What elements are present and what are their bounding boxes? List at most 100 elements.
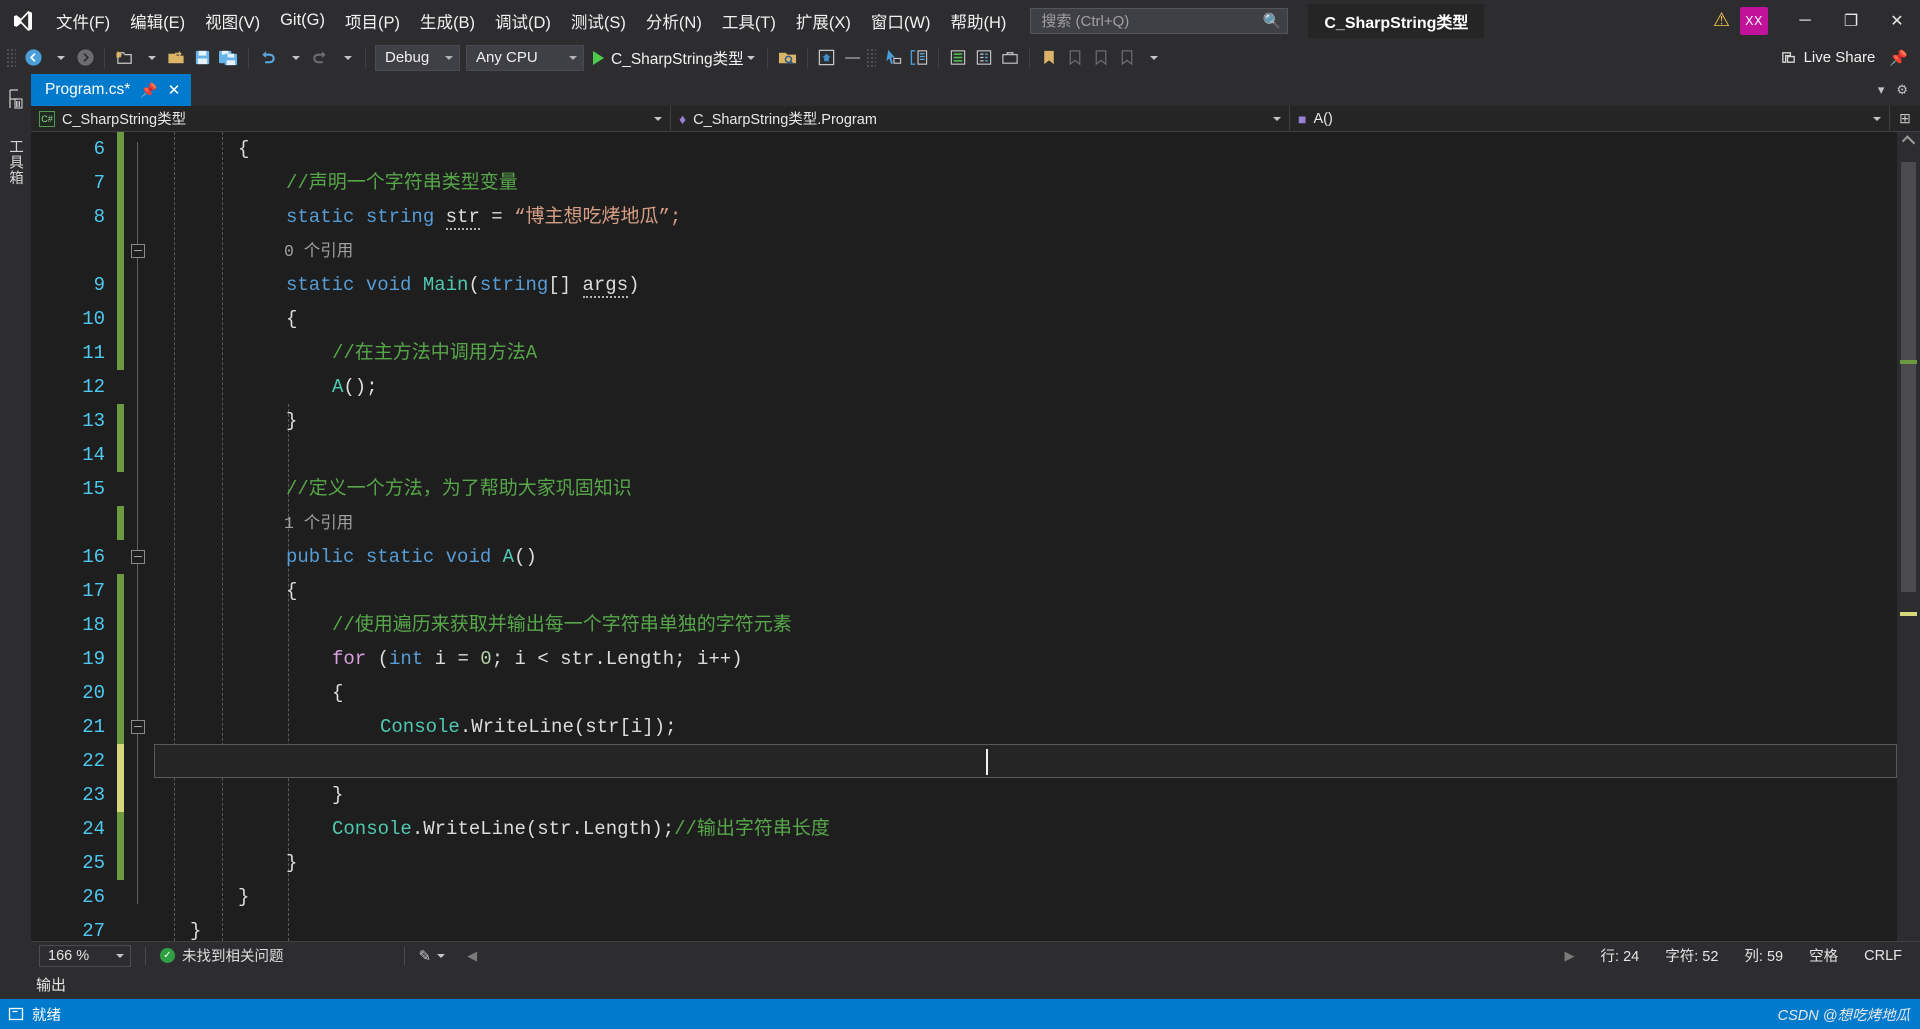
sidebar-item-toolbox[interactable]: 工具箱 <box>5 139 26 186</box>
close-button[interactable]: ✕ <box>1874 0 1920 41</box>
expand-icon[interactable]: ⊞ <box>1890 110 1920 127</box>
bookmark-icon[interactable] <box>1036 45 1062 71</box>
navbar-class-combo[interactable]: ♦ C_SharpString类型.Program <box>671 105 1290 132</box>
toolbox-icon[interactable] <box>997 45 1023 71</box>
solution-platform-combo[interactable]: Any CPU <box>466 44 584 71</box>
navigate-back-icon[interactable] <box>20 45 46 71</box>
navigate-forward-icon[interactable] <box>72 45 98 71</box>
redo-icon[interactable] <box>307 45 333 71</box>
code-line-25: } <box>286 852 298 874</box>
toolbox-icon[interactable] <box>7 88 24 115</box>
bookmark-next-icon[interactable] <box>1088 45 1114 71</box>
codelens-reference-1[interactable]: 1 个引用 <box>154 506 1897 540</box>
solution-explorer-icon[interactable] <box>945 45 971 71</box>
status-bar: 就绪 CSDN @想吃烤地瓜 <box>0 999 1920 1029</box>
code-editor[interactable]: 6 7 8 9 10 11 12 13 14 15 16 17 18 19 20… <box>31 132 1920 942</box>
pointer-select-icon[interactable] <box>880 45 906 71</box>
chevron-down-icon <box>116 953 124 958</box>
compare-files-icon[interactable] <box>906 45 932 71</box>
search-icon: 🔍 <box>1262 12 1282 30</box>
start-debug-label: C_SharpString类型 <box>611 50 744 68</box>
code-line-6: { <box>238 138 250 160</box>
menu-edit[interactable]: 编辑(E) <box>120 0 195 41</box>
menu-tools[interactable]: 工具(T) <box>712 0 786 41</box>
menu-git[interactable]: Git(G) <box>270 0 335 41</box>
toolbar-grip-2[interactable] <box>865 47 876 68</box>
vertical-scrollbar[interactable] <box>1897 132 1920 941</box>
open-file-icon[interactable] <box>163 45 189 71</box>
code-line-15: //定义一个方法，为了帮助大家巩固知识 <box>286 478 632 500</box>
save-icon[interactable] <box>189 45 215 71</box>
pen-icon[interactable]: ✎ <box>419 947 432 965</box>
indentation-indicator[interactable]: 空格 <box>1809 945 1838 966</box>
new-project-icon[interactable] <box>111 45 137 71</box>
tab-program-cs[interactable]: Program.cs* 📌 ✕ <box>31 74 192 106</box>
navbar-member-combo[interactable]: ■ A() <box>1290 105 1890 132</box>
navbar-project-combo[interactable]: C# C_SharpString类型 <box>31 105 671 132</box>
toolbar-grip[interactable] <box>6 47 16 68</box>
chevron-down-icon[interactable]: ▾ <box>1878 82 1885 98</box>
scrollbar-thumb[interactable] <box>1901 162 1916 592</box>
minimize-button[interactable]: ─ <box>1782 0 1828 41</box>
pin-icon[interactable]: 📌 <box>1885 49 1920 67</box>
caret-position-group: ▶ 行: 24 字符: 52 列: 59 空格 CRLF <box>1565 945 1920 966</box>
menu-window[interactable]: 窗口(W) <box>861 0 941 41</box>
chevron-down-icon[interactable] <box>437 953 446 958</box>
fold-toggle-for[interactable]: ─ <box>131 720 145 734</box>
output-pane-header[interactable]: 输出 <box>0 969 1920 999</box>
properties-icon[interactable] <box>971 45 997 71</box>
tab-label: Program.cs* <box>45 81 131 98</box>
maximize-button[interactable]: ❐ <box>1828 0 1874 41</box>
toolbar-separator-4 <box>766 47 768 68</box>
warning-triangle-icon[interactable]: ⚠ <box>1703 9 1740 32</box>
menu-project[interactable]: 项目(P) <box>335 0 410 41</box>
code-line-19: for (int i = 0; i < str.Length; i++) <box>332 648 743 670</box>
navigate-back-dropdown[interactable] <box>46 45 72 71</box>
line-number: 14 <box>82 444 105 466</box>
gear-icon[interactable]: ⚙ <box>1896 82 1908 98</box>
bookmark-prev-icon[interactable] <box>1062 45 1088 71</box>
eol-indicator[interactable]: CRLF <box>1864 948 1902 964</box>
find-in-files-icon[interactable] <box>774 45 801 71</box>
start-debug-button[interactable]: C_SharpString类型 <box>587 45 761 71</box>
check-circle-icon: ✓ <box>160 948 175 963</box>
menu-view[interactable]: 视图(V) <box>195 0 270 41</box>
menu-debug[interactable]: 调试(D) <box>485 0 561 41</box>
avatar[interactable]: XX <box>1740 6 1768 35</box>
save-all-icon[interactable] <box>215 45 242 71</box>
menu-analyze[interactable]: 分析(N) <box>636 0 712 41</box>
line-number-gutter: 6 7 8 9 10 11 12 13 14 15 16 17 18 19 20… <box>31 132 117 942</box>
fold-toggle-methodA[interactable]: ─ <box>131 550 145 564</box>
pin-icon[interactable]: 📌 <box>140 82 157 99</box>
left-dock-rail: 工具箱 <box>0 74 31 969</box>
codelens-reference-0[interactable]: 0 个引用 <box>154 234 1897 268</box>
undo-dropdown[interactable] <box>281 45 307 71</box>
menu-test[interactable]: 测试(S) <box>561 0 636 41</box>
solution-configuration-combo[interactable]: Debug <box>375 44 460 71</box>
menu-build[interactable]: 生成(B) <box>410 0 485 41</box>
code-line-10: { <box>286 308 298 330</box>
redo-dropdown[interactable] <box>333 45 359 71</box>
bookmark-clear-icon[interactable] <box>1114 45 1140 71</box>
search-input[interactable]: 搜索 (Ctrl+Q) 🔍 <box>1030 7 1289 34</box>
menu-help[interactable]: 帮助(H) <box>940 0 1016 41</box>
undo-icon[interactable] <box>255 45 281 71</box>
bookmark-dropdown[interactable] <box>1140 45 1166 71</box>
home-window-icon[interactable] <box>814 45 840 71</box>
new-project-dropdown[interactable] <box>137 45 163 71</box>
scroll-up-arrow[interactable] <box>1901 135 1916 149</box>
code-text-area[interactable]: { //声明一个字符串类型变量 static string str = “博主想… <box>154 132 1897 941</box>
line-number: 18 <box>82 614 105 636</box>
menu-file[interactable]: 文件(F) <box>46 0 120 41</box>
fold-margin[interactable]: ─ ─ ─ <box>124 132 154 941</box>
close-icon[interactable]: ✕ <box>168 81 181 99</box>
code-line-27: } <box>190 920 202 941</box>
fold-toggle-main[interactable]: ─ <box>131 244 145 258</box>
chevron-right-icon[interactable]: ▶ <box>1565 948 1575 964</box>
live-share-button[interactable]: Live Share <box>1770 45 1886 71</box>
minimize-pane-icon[interactable]: — <box>840 45 866 71</box>
chevron-left-icon[interactable]: ◀ <box>467 948 477 964</box>
menu-extensions[interactable]: 扩展(X) <box>786 0 861 41</box>
line-number: 7 <box>93 172 105 194</box>
issues-label: 未找到相关问题 <box>182 949 284 965</box>
